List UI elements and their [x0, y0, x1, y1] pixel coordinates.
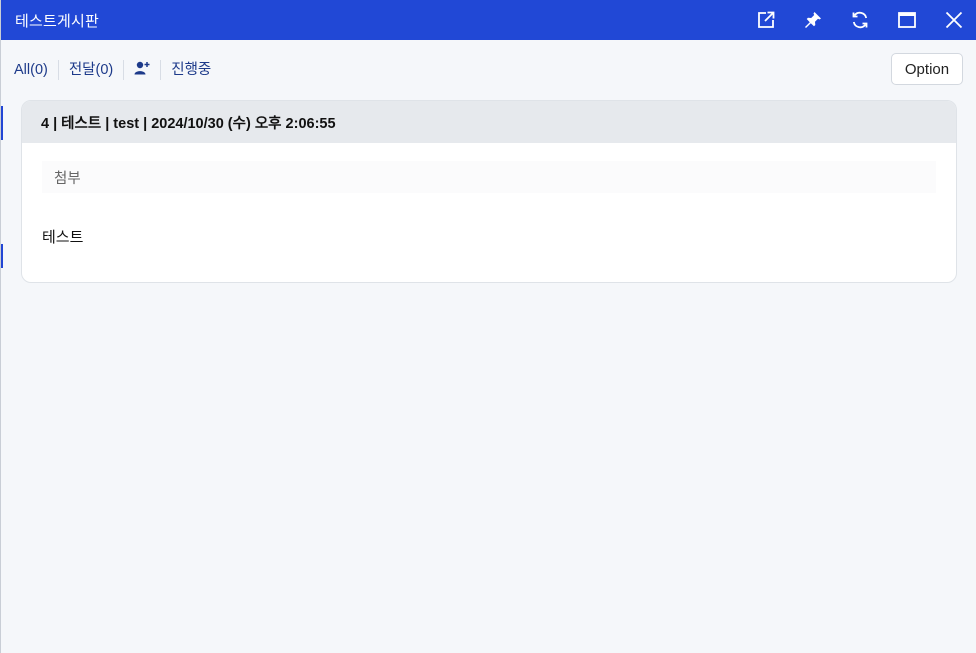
close-icon [945, 11, 963, 29]
attachment-area[interactable]: 첨부 [42, 161, 936, 193]
external-link-icon [757, 11, 775, 29]
pin-button[interactable] [789, 0, 836, 40]
board-toolbar: All(0) 전달(0) 진행중 Option [1, 52, 976, 88]
add-user-icon [134, 61, 150, 80]
option-button[interactable]: Option [891, 53, 963, 85]
maximize-button[interactable] [883, 0, 930, 40]
maximize-icon [897, 11, 916, 29]
refresh-button[interactable] [836, 0, 883, 40]
filter-forward[interactable]: 전달(0) [59, 60, 125, 80]
post-card: 4 | 테스트 | test | 2024/10/30 (수) 오후 2:06:… [21, 100, 957, 283]
left-edge-indicator [1, 106, 3, 140]
open-external-button[interactable] [742, 0, 789, 40]
title-actions [742, 0, 976, 40]
pin-icon [804, 11, 822, 29]
refresh-icon [851, 11, 869, 29]
filter-all[interactable]: All(0) [1, 60, 59, 80]
title-bar: 테스트게시판 [1, 0, 976, 40]
window-title: 테스트게시판 [15, 12, 100, 30]
attachment-label: 첨부 [54, 170, 81, 187]
filter-in-progress[interactable]: 진행중 [161, 60, 221, 80]
post-header: 4 | 테스트 | test | 2024/10/30 (수) 오후 2:06:… [22, 101, 956, 143]
close-button[interactable] [930, 0, 976, 40]
post-body: 테스트 [42, 229, 84, 246]
left-edge-indicator [1, 244, 3, 268]
board-window: 테스트게시판 All(0) 전달(0) 진행중 Option 4 | 테스트 |… [0, 0, 976, 653]
add-user-button[interactable] [124, 60, 162, 80]
